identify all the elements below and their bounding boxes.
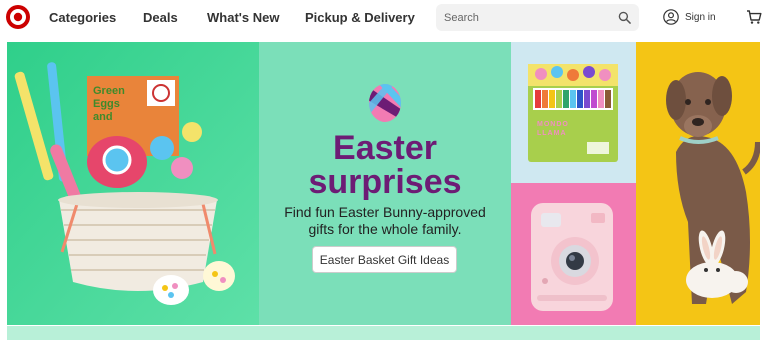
target-logo-icon[interactable] [5, 4, 31, 30]
cart-icon[interactable] [746, 9, 762, 25]
header: Categories Deals What's New Pickup & Del… [0, 0, 768, 36]
hero-headline: Easter surprises [259, 131, 511, 199]
crayon-box-label-line2: LLAMA [537, 130, 567, 137]
crayon-box-illustration: MONDO LLAMA [528, 64, 618, 162]
crayon-box-label-line1: MONDO [537, 121, 569, 128]
book-title-line2: Eggs [93, 98, 120, 110]
search-input[interactable] [436, 4, 616, 31]
hero-headline-line2: surprises [308, 163, 462, 201]
next-section-strip [7, 326, 760, 340]
sign-in-label: Sign in [685, 11, 716, 23]
easter-egg-icon [369, 84, 401, 122]
search-icon[interactable] [618, 11, 631, 24]
promo-text-panel: Easter surprises Find fun Easter Bunny-a… [259, 42, 511, 325]
nav-categories[interactable]: Categories [49, 10, 116, 25]
hero-subtext: Find fun Easter Bunny-approved gifts for… [259, 204, 511, 238]
basket-illustration: Green Eggs and [7, 42, 259, 325]
nav-deals[interactable]: Deals [143, 10, 178, 25]
search-bar [436, 4, 639, 31]
crayon-box-image[interactable]: MONDO LLAMA [511, 42, 636, 183]
nav-whats-new[interactable]: What's New [207, 10, 279, 25]
hero-headline-line1: Easter [333, 129, 437, 167]
account-icon [663, 9, 679, 25]
camera-illustration [531, 203, 613, 311]
nav-pickup-delivery[interactable]: Pickup & Delivery [305, 10, 415, 25]
dog-illustration [666, 72, 760, 304]
easter-basket-gift-ideas-button[interactable]: Easter Basket Gift Ideas [312, 246, 457, 273]
hero-subtext-line1: Find fun Easter Bunny-approved [284, 204, 486, 220]
book-title-line3: and [93, 111, 113, 123]
sign-in-link[interactable]: Sign in [663, 8, 716, 26]
instant-camera-image[interactable] [511, 183, 636, 325]
book-title-line1: Green [93, 85, 125, 97]
hero-subtext-line2: gifts for the whole family. [308, 221, 462, 237]
hero-banner: Green Eggs and Easter surprises Find fun… [0, 42, 768, 325]
easter-basket-image[interactable]: Green Eggs and [7, 42, 259, 325]
dog-with-bunny-toy-image[interactable] [636, 42, 760, 325]
